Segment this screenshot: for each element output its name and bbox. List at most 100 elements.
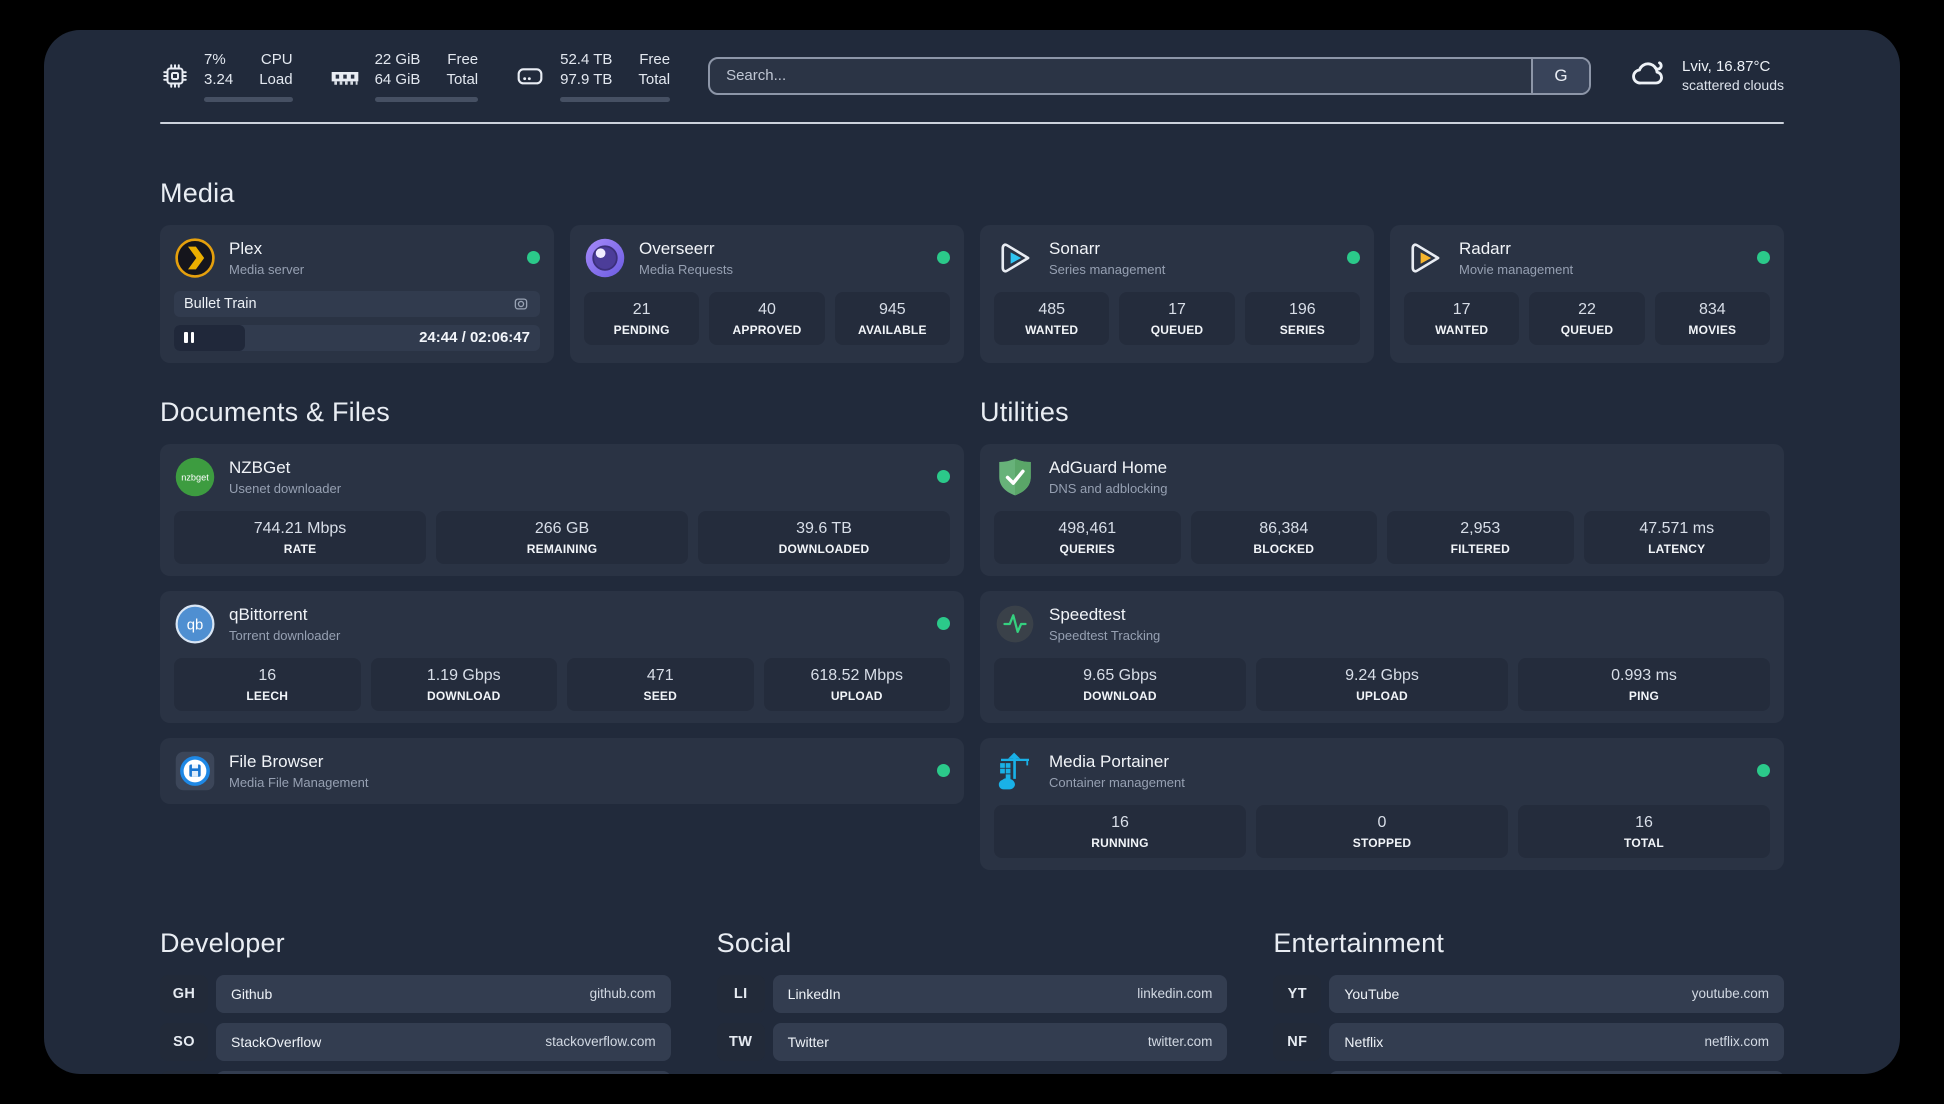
topbar-divider	[160, 121, 1784, 124]
app-subtitle: Series management	[1049, 261, 1166, 277]
link-abbr: LI	[716, 974, 765, 1013]
app-name: Plex	[229, 238, 263, 258]
now-playing-progress-row: 24:44 / 02:06:47	[174, 324, 540, 351]
memory-total-label: Total	[446, 71, 479, 89]
memory-usage-widget: 22 GiB 64 GiB Free Total	[329, 50, 479, 102]
section-title-utilities: Utilities	[980, 396, 1069, 427]
link-abbr: GH	[160, 974, 208, 1013]
stats-tiles: 21 PENDING 40 APPROVED 945 AVAILABLE	[584, 291, 950, 345]
stat-tile: 16 RUNNING	[994, 804, 1246, 858]
filebrowser-icon	[174, 750, 216, 792]
link-row-linkedin[interactable]: LI LinkedIn linkedin.com	[716, 974, 1228, 1013]
search-input[interactable]	[710, 58, 1532, 93]
link-abbr: RE	[1273, 1070, 1322, 1074]
status-dot-online	[937, 617, 950, 630]
link-abbr: DT	[160, 1070, 208, 1074]
stats-tiles: 485 WANTED 17 QUEUED 196 SERIES	[994, 291, 1360, 345]
link-url: twitter.com	[1147, 1034, 1213, 1049]
weather-condition: scattered clouds	[1682, 77, 1784, 94]
stat-tile: 9.24 Gbps UPLOAD	[1256, 657, 1508, 711]
link-label: Netflix	[1344, 1033, 1384, 1050]
memory-progress-bar	[374, 96, 479, 102]
link-label: YouTube	[1344, 985, 1400, 1002]
link-label: LinkedIn	[787, 985, 841, 1002]
cpu-usage-value: 7%	[204, 51, 226, 68]
section-title-developer: Developer	[160, 927, 285, 958]
app-card-nzbget[interactable]: nzbget NZBGet Usenet downloader 744.21 M…	[160, 443, 964, 576]
now-playing-title-row: Bullet Train	[174, 290, 540, 317]
app-name: AdGuard Home	[1049, 457, 1168, 477]
memory-free-value: 22 GiB	[374, 51, 421, 68]
section-title-media: Media	[160, 177, 235, 208]
utilities-column: Utilities AdGuard Home DNS and adblockin…	[980, 397, 1784, 870]
link-row-github[interactable]: GH Github github.com	[160, 974, 671, 1013]
video-camera-icon	[512, 295, 530, 313]
link-row-reddit[interactable]: RE Reddit reddit.com	[1273, 1070, 1784, 1074]
system-resources: 7% 3.24 CPU Load 22 GiB 64 GiB Free Tota…	[160, 50, 671, 102]
app-name: Sonarr	[1049, 238, 1101, 258]
status-dot-online	[1757, 764, 1770, 777]
app-subtitle: DNS and adblocking	[1049, 480, 1168, 496]
search-bar: G	[708, 56, 1592, 95]
app-card-plex[interactable]: Plex Media server Bullet Train 24:44 / 0…	[160, 224, 554, 363]
section-title-entertainment: Entertainment	[1273, 927, 1445, 958]
link-abbr: TW	[716, 1022, 765, 1061]
weather-location-temp: Lviv, 16.87°C	[1682, 57, 1771, 75]
app-card-overseerr[interactable]: Overseerr Media Requests 21 PENDING 40 A…	[570, 224, 964, 363]
stat-tile: 16 LEECH	[174, 657, 361, 711]
stat-tile: 2,953 FILTERED	[1387, 510, 1574, 564]
developer-section: Developer GH Github github.com SO StackO…	[160, 927, 671, 1074]
stats-tiles: 16 LEECH 1.19 Gbps DOWNLOAD 471 SEED 618…	[174, 657, 950, 711]
app-subtitle: Container management	[1049, 774, 1185, 790]
stat-tile: 498,461 QUERIES	[994, 510, 1181, 564]
cpu-progress-bar	[204, 96, 293, 102]
app-card-qbittorrent[interactable]: qb qBittorrent Torrent downloader 16 LEE…	[160, 590, 964, 723]
stat-tile: 17 QUEUED	[1119, 291, 1235, 345]
link-url: netflix.com	[1704, 1034, 1769, 1049]
search-provider-button[interactable]: G	[1531, 58, 1590, 93]
app-card-radarr[interactable]: Radarr Movie management 17 WANTED 22 QUE…	[1390, 224, 1784, 363]
stat-tile: 39.6 TB DOWNLOADED	[698, 510, 950, 564]
app-card-speedtest[interactable]: Speedtest Speedtest Tracking 9.65 Gbps D…	[980, 590, 1784, 723]
stats-tiles: 744.21 Mbps RATE 266 GB REMAINING 39.6 T…	[174, 510, 950, 564]
app-subtitle: Torrent downloader	[229, 627, 341, 643]
stat-tile: 17 WANTED	[1404, 291, 1520, 345]
ram-icon	[329, 60, 361, 92]
link-row-dev[interactable]: DT DEV dev.to	[160, 1070, 671, 1074]
radarr-icon	[1404, 237, 1446, 279]
section-title-documents: Documents & Files	[160, 396, 390, 427]
stat-tile: 47.571 ms LATENCY	[1583, 510, 1770, 564]
speedtest-icon	[994, 603, 1036, 645]
link-row-youtube[interactable]: YT YouTube youtube.com	[1273, 974, 1784, 1013]
media-grid: Plex Media server Bullet Train 24:44 / 0…	[160, 224, 1784, 363]
cpu-usage-widget: 7% 3.24 CPU Load	[160, 50, 293, 102]
stat-tile: 86,384 BLOCKED	[1190, 510, 1377, 564]
status-dot-online	[937, 251, 950, 264]
social-section: Social LI LinkedIn linkedin.com TW Twitt…	[716, 927, 1228, 1061]
link-row-netflix[interactable]: NF Netflix netflix.com	[1273, 1022, 1784, 1061]
stat-tile: 0.993 ms PING	[1518, 657, 1770, 711]
qbittorrent-icon: qb	[174, 603, 216, 645]
link-url: github.com	[589, 986, 656, 1001]
link-abbr: SO	[160, 1022, 208, 1061]
link-abbr: NF	[1273, 1022, 1322, 1061]
entertainment-section: Entertainment YT YouTube youtube.com NF …	[1273, 927, 1784, 1074]
link-label: StackOverflow	[231, 1033, 322, 1050]
status-dot-online	[1757, 251, 1770, 264]
link-row-twitter[interactable]: TW Twitter twitter.com	[716, 1022, 1228, 1061]
app-card-portainer[interactable]: Media Portainer Container management 16 …	[980, 737, 1784, 870]
app-subtitle: Media File Management	[229, 774, 369, 790]
app-card-filebrowser[interactable]: File Browser Media File Management	[160, 737, 964, 804]
app-subtitle: Speedtest Tracking	[1049, 627, 1161, 643]
stat-tile: 471 SEED	[567, 657, 754, 711]
app-card-adguard[interactable]: AdGuard Home DNS and adblocking 498,461 …	[980, 443, 1784, 576]
section-title-social: Social	[716, 927, 792, 958]
link-row-stackoverflow[interactable]: SO StackOverflow stackoverflow.com	[160, 1022, 671, 1061]
app-subtitle: Media server	[229, 261, 305, 277]
cpu-chip-icon	[160, 61, 190, 91]
disk-total-label: Total	[638, 71, 671, 89]
stat-tile: 21 PENDING	[584, 291, 700, 345]
app-card-sonarr[interactable]: Sonarr Series management 485 WANTED 17 Q…	[980, 224, 1374, 363]
stat-tile: 22 QUEUED	[1529, 291, 1645, 345]
link-abbr: YT	[1273, 974, 1322, 1013]
